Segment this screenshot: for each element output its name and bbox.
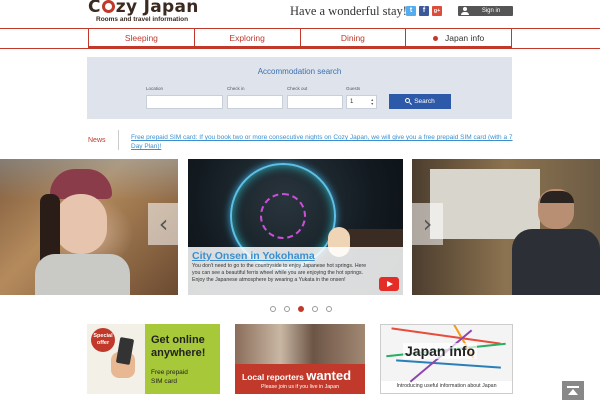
japan-flag-icon — [433, 36, 438, 41]
chevron-left-icon[interactable]: ‹ — [148, 203, 179, 245]
japan-info-banner-title: Japan info — [403, 343, 478, 359]
slider-dot[interactable] — [298, 306, 304, 312]
logo-subtitle: Rooms and travel information — [96, 16, 189, 23]
slider-dot[interactable] — [312, 306, 318, 312]
logo-o-ring — [101, 0, 115, 13]
reporters-banner-title: Local reporters wanted — [242, 368, 352, 383]
search-button-label: Search — [414, 98, 435, 105]
news-label: News — [88, 137, 106, 144]
twitter-icon[interactable]: t — [406, 6, 416, 16]
site-logo[interactable]: Czy Japan Rooms and travel information — [88, 0, 199, 23]
sim-banner-headline: Get online anywhere! — [151, 334, 206, 359]
googleplus-icon[interactable]: g+ — [432, 6, 442, 16]
sim-card-banner[interactable]: Special offer Get online anywhere! Free p… — [87, 324, 220, 394]
japan-info-banner[interactable]: Japan info Introducing useful informatio… — [380, 324, 513, 394]
reporters-banner-subtext: Please join us if you live in Japan — [260, 384, 340, 390]
logo-title: Czy Japan — [88, 0, 199, 17]
slide-caption-body: You don't need to go to the countryside … — [192, 263, 367, 283]
special-offer-badge: Special offer — [91, 328, 115, 352]
search-icon — [405, 98, 411, 103]
slider-dot[interactable] — [270, 306, 276, 312]
checkin-input[interactable] — [227, 95, 283, 109]
guests-label: Guests — [346, 86, 361, 91]
guests-select[interactable]: 1 ▲ ▼ — [346, 95, 377, 109]
user-icon — [461, 7, 469, 15]
search-title: Accommodation search — [257, 67, 342, 76]
nav-item-label: Sleeping — [124, 33, 158, 43]
signin-button[interactable]: Sign in — [458, 6, 513, 16]
checkout-input[interactable] — [287, 95, 343, 109]
news-divider — [118, 130, 119, 150]
slide-caption: City Onsen in Yokohama You don't need to… — [188, 247, 403, 295]
location-input[interactable] — [146, 95, 223, 109]
reporters-photo — [235, 324, 365, 364]
search-button[interactable]: Search — [389, 94, 451, 109]
stepper-arrows-icon: ▲ ▼ — [370, 98, 374, 106]
accommodation-search-panel: Accommodation search Location Check in C… — [87, 57, 512, 119]
youtube-icon[interactable] — [379, 277, 399, 291]
tagline: Have a wonderful stay! — [290, 4, 407, 18]
chevron-right-icon[interactable]: › — [412, 203, 443, 245]
news-link[interactable]: Free prepaid SIM card: If you book two o… — [131, 133, 516, 151]
guests-value: 1 — [350, 99, 354, 105]
facebook-icon[interactable]: f — [419, 6, 429, 16]
signin-label: Sign in — [481, 8, 501, 14]
site-header: Czy Japan Rooms and travel information H… — [0, 0, 600, 28]
sim-banner-subtext: Free prepaid SIM card — [151, 369, 188, 385]
local-reporters-banner[interactable]: Local reporters wanted Please join us if… — [235, 324, 365, 394]
nav-underline — [88, 46, 512, 48]
location-label: Location — [146, 86, 164, 91]
checkout-label: Check out — [287, 86, 308, 91]
back-to-top-icon[interactable] — [562, 381, 584, 400]
slider-dot[interactable] — [284, 306, 290, 312]
nav-item-label: Japan info — [445, 33, 485, 43]
japan-info-banner-subtext: Introducing useful information about Jap… — [396, 383, 497, 389]
slider-dot[interactable] — [326, 306, 332, 312]
slide-caption-title[interactable]: City Onsen in Yokohama — [192, 250, 315, 262]
slider-pagination — [270, 306, 332, 312]
nav-item-label: Exploring — [229, 33, 265, 43]
checkin-label: Check in — [227, 86, 245, 91]
nav-item-label: Dining — [340, 33, 365, 43]
